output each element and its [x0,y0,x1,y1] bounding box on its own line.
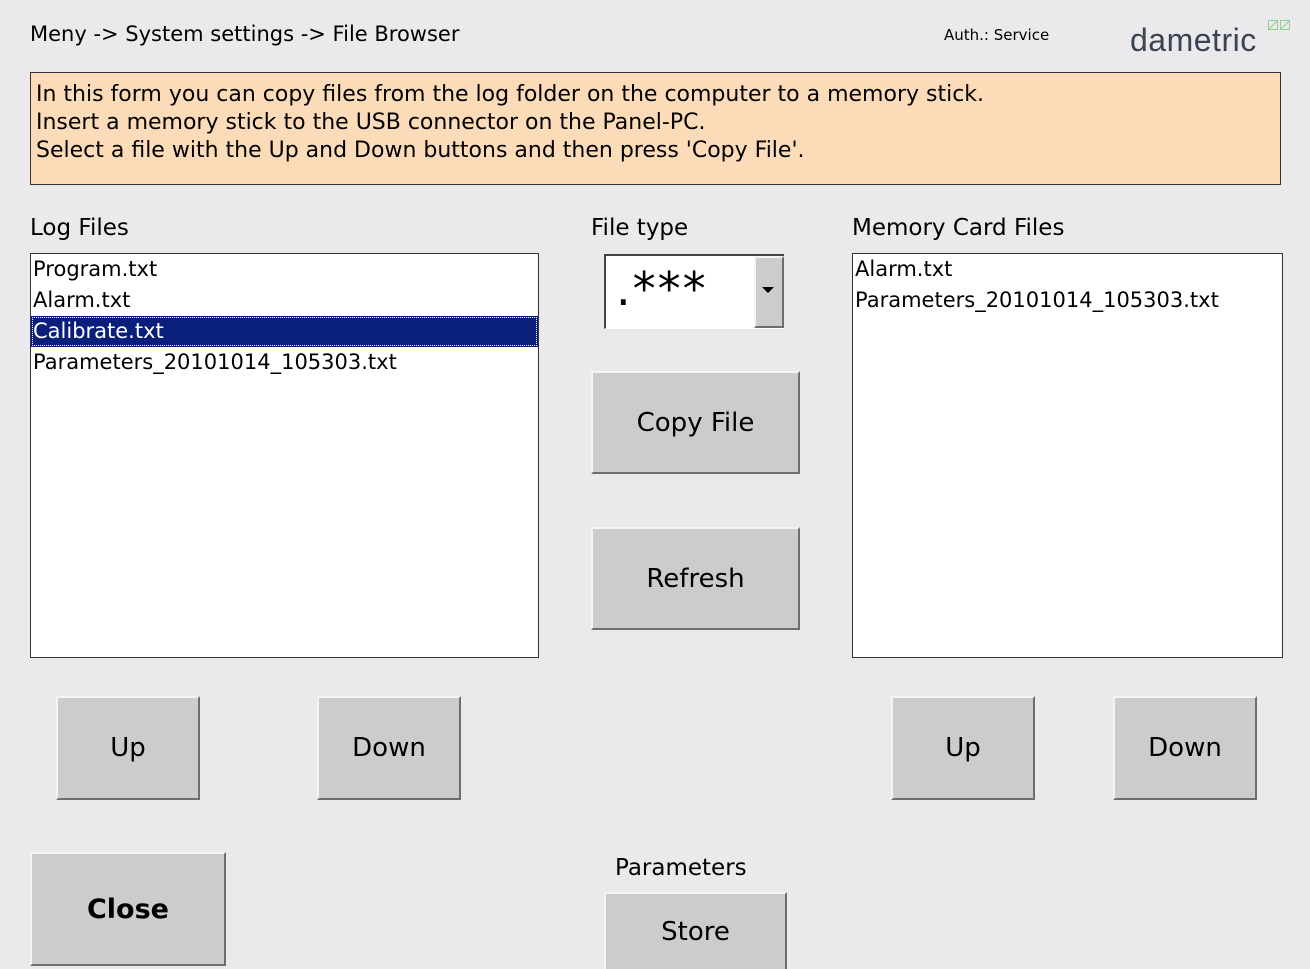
auth-status: Auth.: Service [944,26,1050,44]
memory-card-files-label: Memory Card Files [852,215,1065,241]
logo-mark-icon [1268,20,1290,30]
info-line: Insert a memory stick to the USB connect… [36,110,706,135]
refresh-button[interactable]: Refresh [591,527,800,630]
parameters-label: Parameters [615,855,747,881]
list-item[interactable]: Parameters_20101014_105303.txt [853,285,1282,316]
log-files-list[interactable]: Program.txt Alarm.txt Calibrate.txt Para… [30,253,539,658]
log-files-up-button[interactable]: Up [56,696,200,800]
list-item-selected[interactable]: Calibrate.txt [31,316,538,347]
memory-card-down-button[interactable]: Down [1113,696,1257,800]
store-parameters-button[interactable]: Store [604,892,787,969]
file-type-select[interactable]: .*** [604,254,784,329]
list-item[interactable]: Alarm.txt [853,254,1282,285]
info-line: In this form you can copy files from the… [36,82,985,107]
copy-file-button[interactable]: Copy File [591,371,800,474]
list-item[interactable]: Program.txt [31,254,538,285]
list-item[interactable]: Parameters_20101014_105303.txt [31,347,538,378]
file-type-value: .*** [616,262,708,316]
chevron-down-icon [762,287,774,293]
log-files-label: Log Files [30,215,129,241]
file-type-label: File type [591,215,689,241]
close-button[interactable]: Close [30,852,226,966]
memory-card-up-button[interactable]: Up [891,696,1035,800]
breadcrumb: Meny -> System settings -> File Browser [30,22,460,46]
info-panel: In this form you can copy files from the… [30,72,1281,185]
file-type-dropdown-button[interactable] [754,256,784,328]
list-item[interactable]: Alarm.txt [31,285,538,316]
brand-logo: dametric [1130,22,1257,58]
log-files-down-button[interactable]: Down [317,696,461,800]
memory-card-files-list[interactable]: Alarm.txt Parameters_20101014_105303.txt [852,253,1283,658]
info-line: Select a file with the Up and Down butto… [36,138,805,163]
